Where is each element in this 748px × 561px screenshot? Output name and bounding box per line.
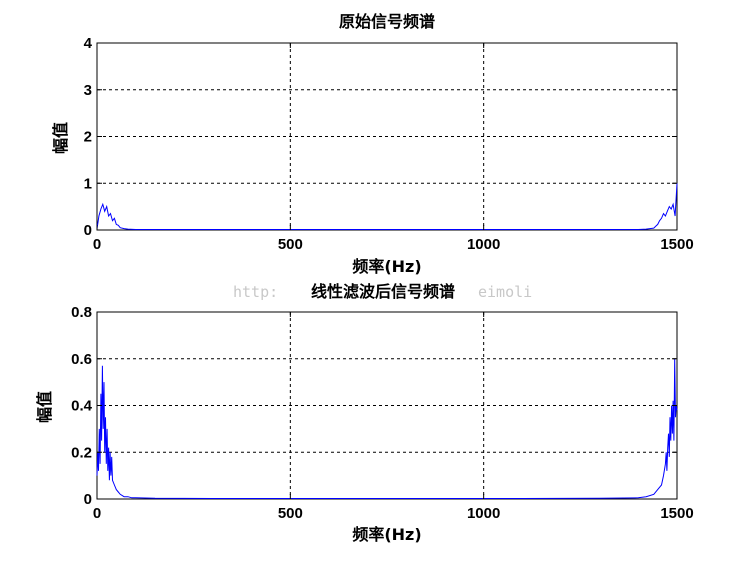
x-tick-label: 0 [93, 505, 101, 522]
y-tick-label: 0.6 [71, 351, 92, 368]
x-tick-label: 1500 [660, 236, 693, 253]
y-tick-label: 0.2 [71, 444, 92, 461]
chart-title: 线性滤波后信号频谱 [311, 282, 455, 301]
y-tick-label: 0 [84, 222, 92, 239]
watermark-right: eimoli [478, 283, 532, 301]
y-tick-label: 0.4 [71, 398, 93, 415]
x-tick-label: 500 [278, 236, 303, 253]
panel-original-spectrum: 原始信号频谱 0 500 1000 1500 0 1 2 3 4 频率(Hz) 幅值 [51, 12, 694, 276]
figure-canvas: 原始信号频谱 0 500 1000 1500 0 1 2 3 4 频率(Hz) 幅值 线性滤波… [35, 12, 694, 544]
y-tick-label: 0.8 [71, 304, 92, 321]
x-tick-label: 1500 [660, 505, 693, 522]
watermark-left: http: [233, 283, 278, 301]
y-tick-label: 2 [84, 129, 92, 146]
panel-filtered-spectrum: 线性滤波后信号频谱 0 500 1000 1500 0 0.2 0.4 0.6 0.8 频率(… [35, 282, 694, 544]
x-axis-label: 频率(Hz) [352, 525, 421, 544]
chart-title: 原始信号频谱 [339, 12, 435, 31]
x-axis-label: 频率(Hz) [352, 257, 421, 276]
x-tick-label: 0 [93, 236, 101, 253]
x-tick-label: 1000 [467, 505, 500, 522]
y-axis-label: 幅值 [51, 122, 70, 154]
y-tick-label: 1 [84, 175, 92, 192]
y-tick-label: 4 [84, 35, 93, 52]
x-tick-label: 1000 [467, 236, 500, 253]
y-tick-label: 0 [84, 491, 92, 508]
y-axis-label: 幅值 [35, 391, 54, 423]
y-tick-label: 3 [84, 82, 92, 99]
x-tick-label: 500 [278, 505, 303, 522]
